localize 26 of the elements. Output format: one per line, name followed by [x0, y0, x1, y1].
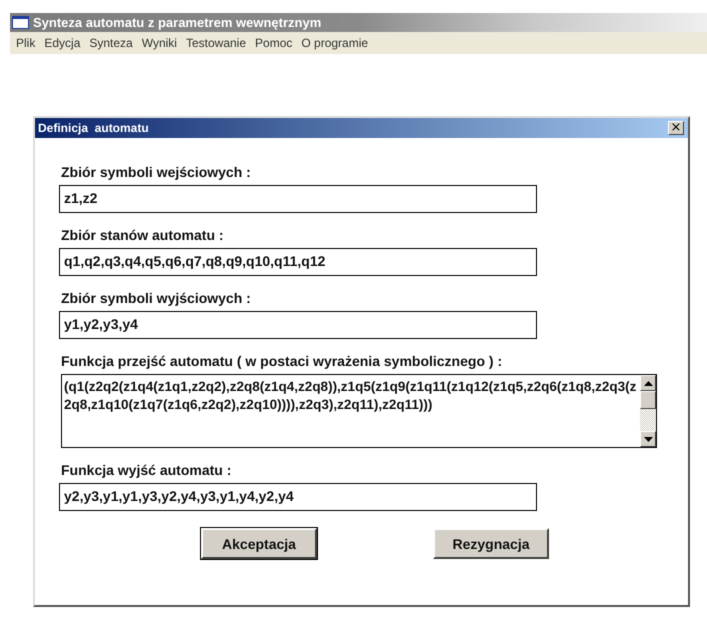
field-label: Zbiór stanów automatu : [61, 227, 225, 243]
field-label: Funkcja przejść automatu ( w postaci wyrażenia symbolicznego ) : [61, 353, 504, 369]
dialog-button[interactable]: Akceptacja [201, 528, 317, 559]
input-field[interactable]: y2,y3,y1,y1,y3,y2,y4,y3,y1,y4,y2,y4 [59, 483, 537, 511]
input-field[interactable]: z1,z2 [59, 185, 537, 213]
dialog-button[interactable]: Rezygnacja [433, 528, 549, 559]
up-arrow-icon [644, 380, 652, 386]
menu-item[interactable]: Edycja [44, 36, 80, 50]
menu-item[interactable]: Testowanie [186, 36, 246, 50]
menu-item[interactable]: Wyniki [142, 36, 177, 50]
input-field[interactable]: y1,y2,y3,y4 [59, 311, 537, 339]
field-label: Zbiór symboli wejściowych : [61, 164, 252, 180]
field-label: Funkcja wyjść automatu : [61, 462, 232, 478]
menu-item[interactable]: Synteza [89, 36, 133, 50]
dialog-title: Definicja automatu [38, 121, 149, 135]
window-title: Synteza automatu z parametrem wewnętrznym [33, 15, 322, 30]
menu-item[interactable]: Pomoc [255, 36, 292, 50]
close-button[interactable]: × [668, 121, 684, 135]
menu-item[interactable]: Plik [16, 36, 36, 50]
field-label: Zbiór symboli wyjściowych : [61, 290, 252, 306]
down-arrow-icon [644, 436, 652, 442]
menu-item[interactable]: O programie [301, 36, 368, 50]
scrollbar[interactable] [640, 375, 656, 447]
input-field[interactable]: q1,q2,q3,q4,q5,q6,q7,q8,q9,q10,q11,q12 [59, 248, 537, 276]
window-icon [12, 16, 29, 29]
text-area[interactable]: (q1(z2q2(z1q4(z1q1,z2q2),z2q8(z1q4,z2q8)),z1q5(z1q9(z1q11(z1q12(z1q5,z2q6(z1q8,z2q3(z2q8,z1q10(z1q7(z1q6,z2q2),z2q10)))),z2q3),z2q11),z2q11))) [61, 374, 657, 448]
